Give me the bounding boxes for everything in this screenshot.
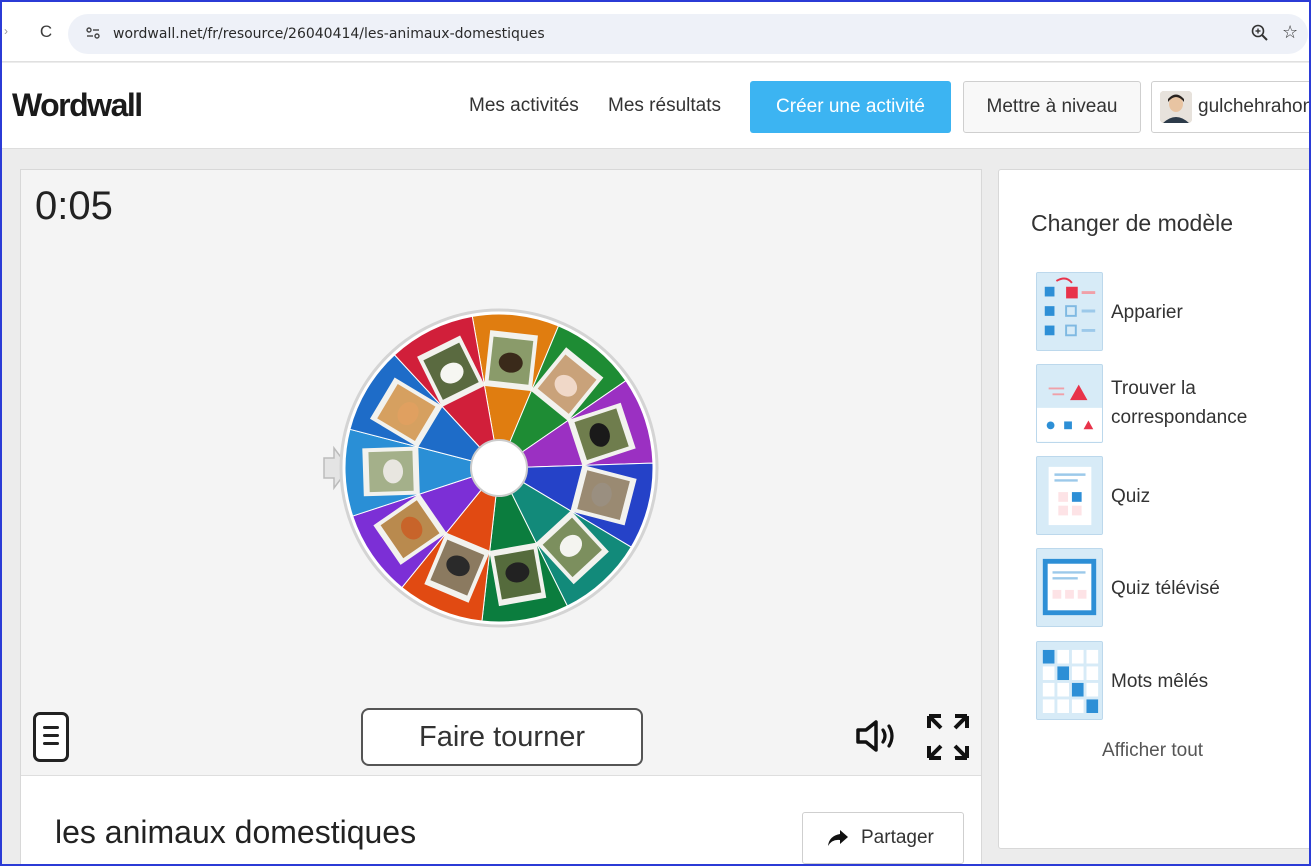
find-match-icon [1036,364,1103,443]
game-controls: Faire tourner [21,706,981,776]
activity-title-bar: les animaux domestiques Partager [21,775,981,864]
gameshow-quiz-icon [1036,548,1103,627]
game-panel: 0:05 Faire tourner les animaux domestiqu… [20,169,982,864]
template-find-match[interactable]: Trouver la correspondance [1036,364,1309,446]
site-header: Wordwall Mes activités Mes résultats Cré… [2,63,1311,149]
site-info-icon[interactable] [84,24,102,42]
upgrade-button[interactable]: Mettre à niveau [963,81,1141,133]
browser-toolbar: › C wordwall.net/fr/resource/26040414/le… [2,2,1309,62]
bookmark-star-icon[interactable]: ☆ [1282,22,1298,43]
template-switcher-panel: Changer de modèle Apparier Trouver la co… [998,169,1309,849]
template-quiz[interactable]: Quiz [1036,456,1309,538]
template-gameshow-quiz[interactable]: Quiz télévisé [1036,548,1309,630]
activity-title: les animaux domestiques [55,814,417,850]
wordwall-logo[interactable]: Wordwall [12,87,143,124]
zoom-icon[interactable] [1250,23,1270,43]
template-wordsearch[interactable]: Mots mêlés [1036,641,1309,723]
nav-my-results[interactable]: Mes résultats [608,95,721,117]
fullscreen-icon[interactable] [926,712,970,762]
show-all-link[interactable]: Afficher tout [1102,740,1203,762]
timer: 0:05 [35,184,113,228]
switch-template-title: Changer de modèle [1031,210,1234,236]
match-up-icon [1036,272,1103,351]
spin-wheel[interactable] [304,278,674,658]
template-label: Trouver la correspondance [1111,378,1248,428]
share-arrow-icon [828,830,848,846]
wheel-hub [470,439,528,497]
template-label: Apparier [1111,302,1183,323]
username: gulchehrahon [1198,96,1311,117]
spin-button[interactable]: Faire tourner [361,708,643,766]
back-chevron-icon[interactable]: › [4,24,8,38]
template-match-up[interactable]: Apparier [1036,272,1309,354]
sheep-image [362,446,420,497]
sound-icon[interactable] [854,716,902,756]
cow-image [489,542,547,607]
share-label: Partager [861,827,934,848]
share-button[interactable]: Partager [802,812,964,864]
url-text[interactable]: wordwall.net/fr/resource/26040414/les-an… [113,26,545,42]
user-menu[interactable]: gulchehrahon [1151,81,1311,133]
nav-my-activities[interactable]: Mes activités [469,95,579,117]
template-label: Mots mêlés [1111,671,1209,692]
quiz-icon [1036,456,1103,535]
template-label: Quiz [1111,486,1151,507]
template-label: Quiz télévisé [1111,578,1220,599]
create-activity-button[interactable]: Créer une activité [750,81,951,133]
browser-window: › C wordwall.net/fr/resource/26040414/le… [0,0,1311,866]
avatar [1160,91,1192,123]
wordsearch-icon [1036,641,1103,720]
reload-icon[interactable]: C [36,22,56,42]
horse-image [484,330,538,392]
menu-button[interactable] [33,712,69,762]
